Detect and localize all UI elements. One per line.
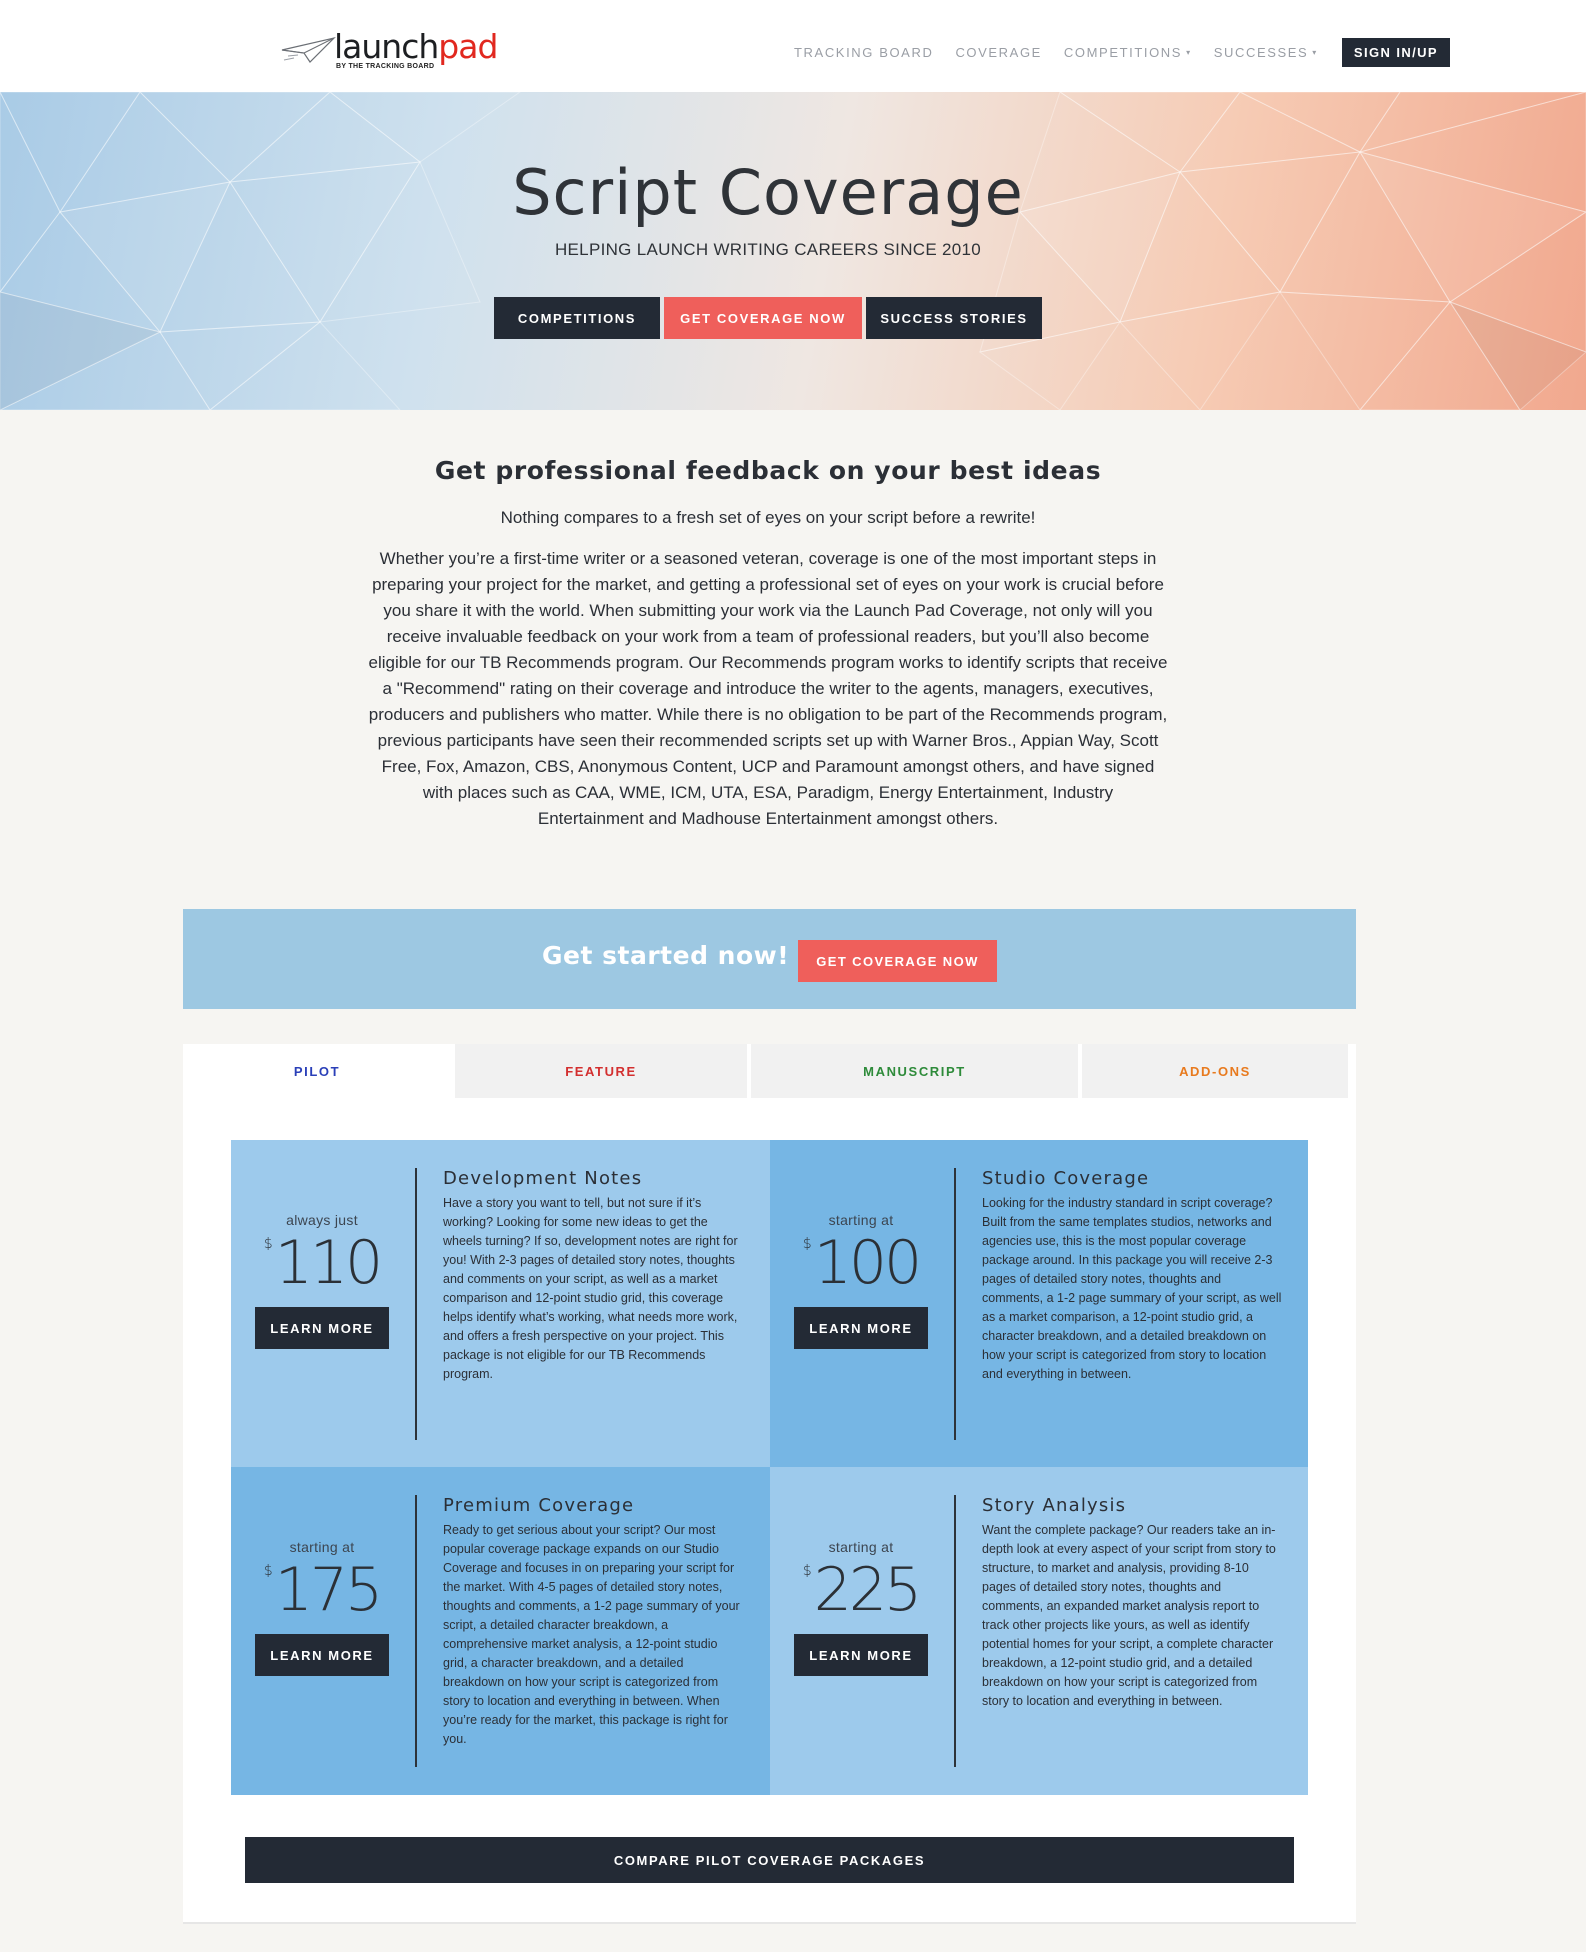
price-amount: $110 [255,1228,389,1298]
price-prefix: starting at [828,1212,894,1228]
package-card-story-analysis: starting at $225 LEARN MORE Story Analys… [770,1467,1308,1795]
category-tabs: PILOT FEATURE MANUSCRIPT ADD-ONS [183,1044,1356,1098]
tab-manuscript[interactable]: MANUSCRIPT [751,1044,1078,1098]
package-title: Development Notes [443,1168,643,1189]
intro-lead: Nothing compares to a fresh set of eyes … [500,508,1036,527]
vertical-divider [415,1168,417,1440]
price-column: starting at $100 LEARN MORE [794,1140,928,1467]
nav-competitions[interactable]: COMPETITIONS ▾ [1064,45,1192,60]
price-amount: $175 [255,1555,389,1625]
nav-label: COMPETITIONS [1063,45,1183,60]
nav-coverage[interactable]: COVERAGE [955,45,1041,60]
sign-in-button[interactable]: SIGN IN/UP [1341,38,1450,67]
package-card-development-notes: always just $110 LEARN MORE Development … [231,1140,770,1467]
page-title: Script Coverage [512,156,1024,229]
get-started-banner: Get started now! GET COVERAGE NOW [183,909,1356,1009]
nav-label: TRACKING BOARD [794,45,934,60]
nav-successes[interactable]: SUCCESSES ▾ [1214,45,1318,60]
site-header: launchpad BY THE TRACKING BOARD TRACKING… [0,0,1586,92]
package-grid: always just $110 LEARN MORE Development … [231,1140,1308,1795]
tab-pilot[interactable]: PILOT [183,1044,451,1098]
package-description: Studio Coverage Looking for the industry… [982,1168,1282,1384]
get-started-text: Get started now! [542,941,790,970]
price-value: 175 [274,1555,384,1625]
price-prefix: always just [286,1212,358,1228]
package-description: Development Notes Have a story you want … [443,1168,743,1384]
price-column: starting at $225 LEARN MORE [794,1467,928,1794]
package-body: Ready to get serious about your script? … [443,1523,740,1746]
learn-more-button[interactable]: LEARN MORE [255,1307,389,1349]
paper-plane-icon [281,36,336,63]
package-description: Story Analysis Want the complete package… [982,1495,1282,1711]
package-body: Have a story you want to tell, but not s… [443,1196,738,1381]
hero-button-group: COMPETITIONS GET COVERAGE NOW SUCCESS ST… [494,297,1046,339]
learn-more-button[interactable]: LEARN MORE [255,1634,389,1676]
tab-label: PILOT [293,1063,341,1079]
competitions-button[interactable]: COMPETITIONS [494,297,660,339]
price-value: 225 [813,1555,923,1625]
currency-symbol: $ [263,1236,273,1252]
vertical-divider [954,1495,956,1767]
price-column: starting at $175 LEARN MORE [255,1467,389,1794]
package-card-studio-coverage: starting at $100 LEARN MORE Studio Cover… [770,1140,1308,1467]
logo-word-pad: pad [438,27,498,66]
tab-feature[interactable]: FEATURE [455,1044,747,1098]
price-value: 110 [274,1228,384,1298]
get-coverage-button[interactable]: GET COVERAGE NOW [664,297,862,339]
package-card-premium-coverage: starting at $175 LEARN MORE Premium Cove… [231,1467,770,1795]
intro-heading: Get professional feedback on your best i… [434,456,1102,485]
package-title: Premium Coverage [443,1495,635,1516]
vertical-divider [415,1495,417,1767]
package-description: Premium Coverage Ready to get serious ab… [443,1495,743,1749]
success-stories-button[interactable]: SUCCESS STORIES [866,297,1042,339]
price-column: always just $110 LEARN MORE [255,1140,389,1467]
currency-symbol: $ [802,1236,812,1252]
intro-body: Whether you’re a first-time writer or a … [368,549,1168,828]
nav-label: SUCCESSES [1213,45,1309,60]
price-prefix: starting at [828,1539,894,1555]
package-body: Looking for the industry standard in scr… [982,1196,1282,1381]
logo-wordmark: launchpad [334,27,498,66]
get-coverage-now-button[interactable]: GET COVERAGE NOW [798,940,997,982]
currency-symbol: $ [263,1563,273,1579]
vertical-divider [954,1168,956,1440]
nav-tracking-board[interactable]: TRACKING BOARD [794,45,933,60]
package-body: Want the complete package? Our readers t… [982,1523,1276,1708]
price-amount: $225 [794,1555,928,1625]
price-value: 100 [813,1228,923,1298]
tab-add-ons[interactable]: ADD-ONS [1082,1044,1348,1098]
coverage-packages-panel: PILOT FEATURE MANUSCRIPT ADD-ONS always … [183,1044,1356,1924]
compare-pilot-packages-button[interactable]: COMPARE PILOT COVERAGE PACKAGES [245,1837,1294,1883]
tab-label: MANUSCRIPT [863,1063,966,1079]
currency-symbol: $ [802,1563,812,1579]
caret-down-icon: ▾ [1312,48,1318,57]
tab-label: FEATURE [565,1063,637,1079]
launchpad-logo[interactable]: launchpad BY THE TRACKING BOARD [280,27,498,74]
package-title: Studio Coverage [982,1168,1150,1189]
page-subtitle: HELPING LAUNCH WRITING CAREERS SINCE 201… [554,240,982,259]
tab-label: ADD-ONS [1179,1063,1251,1079]
caret-down-icon: ▾ [1186,48,1192,57]
package-title: Story Analysis [982,1495,1127,1516]
nav-label: COVERAGE [955,45,1042,60]
price-amount: $100 [794,1228,928,1298]
hero-banner: Script Coverage HELPING LAUNCH WRITING C… [0,92,1586,410]
learn-more-button[interactable]: LEARN MORE [794,1307,928,1349]
logo-tagline: BY THE TRACKING BOARD [336,63,435,70]
price-prefix: starting at [289,1539,355,1555]
logo-word-launch: launch [334,27,439,66]
learn-more-button[interactable]: LEARN MORE [794,1634,928,1676]
main-nav: TRACKING BOARD COVERAGE COMPETITIONS ▾ SU… [772,38,1450,67]
